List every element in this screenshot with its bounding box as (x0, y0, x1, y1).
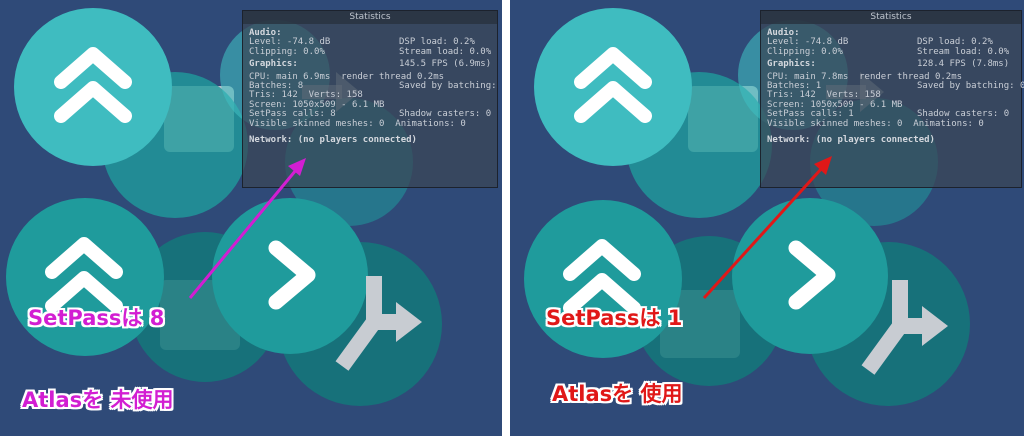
annotation-arrow (188, 158, 306, 299)
left-game-view: Statistics Audio: Level: -74.8 dB DSP loa… (0, 0, 502, 436)
setpass-caption: SetPassは 1 (546, 306, 683, 330)
right-game-view: Statistics Audio: Level: -74.8 dB DSP loa… (510, 0, 1024, 436)
atlas-caption: Atlasを 未使用 (22, 388, 174, 412)
annotation-arrow (702, 156, 832, 300)
atlas-caption: Atlasを 使用 (552, 382, 683, 406)
setpass-caption: SetPassは 8 (28, 306, 165, 330)
